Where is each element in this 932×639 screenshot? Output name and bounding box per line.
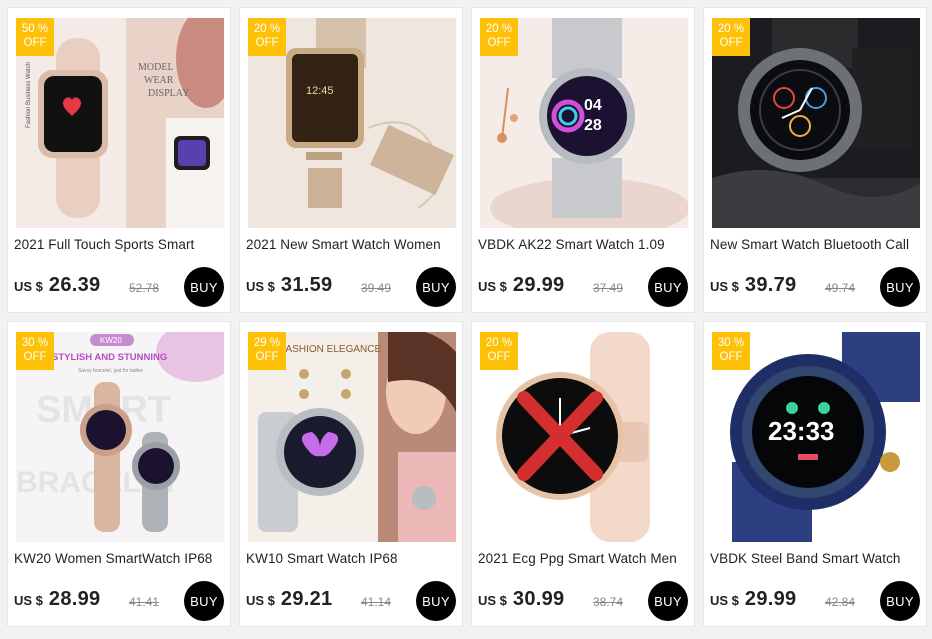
currency-label: US $ [14, 593, 43, 608]
discount-percent: 30 % [21, 337, 49, 349]
currency-label: US $ [246, 593, 275, 608]
product-title[interactable]: VBDK Steel Band Smart Watch [710, 551, 920, 566]
image-caption-display: DISPLAY [148, 88, 189, 99]
original-price: 41.41 [129, 595, 160, 609]
discount-badge: 20 % OFF [712, 18, 750, 56]
product-title[interactable]: KW10 Smart Watch IP68 [246, 551, 456, 566]
product-card[interactable]: 20 % OFF New Smart Watch Bluetooth Call … [703, 7, 927, 313]
original-price: 42.84 [825, 595, 856, 609]
product-grid: MODEL WEAR DISPLAY Fashion Business Watc… [7, 7, 927, 627]
buy-button[interactable]: BUY [416, 581, 456, 621]
product-card[interactable]: 23:33 30 % OFF VBDK Steel Band Smart Wat… [703, 321, 927, 627]
current-price: 29.99 [512, 274, 565, 296]
image-tag: KW20 [100, 336, 122, 345]
watch-screen-time: 23:33 [768, 416, 835, 446]
discount-off-label: OFF [255, 351, 279, 363]
discount-badge: 30 % OFF [712, 332, 750, 370]
buy-button[interactable]: BUY [184, 267, 224, 307]
buy-button[interactable]: BUY [880, 267, 920, 307]
image-side-text: Fashion Business Watch [26, 62, 32, 128]
original-price: 41.14 [361, 595, 392, 609]
buy-button[interactable]: BUY [184, 581, 224, 621]
discount-badge: 50 % OFF [16, 18, 54, 56]
current-price: 29.21 [280, 588, 333, 610]
discount-percent: 30 % [717, 337, 745, 349]
discount-badge: 29 % OFF [248, 332, 286, 370]
product-title[interactable]: New Smart Watch Bluetooth Call [710, 237, 920, 252]
product-title[interactable]: 2021 Full Touch Sports Smart [14, 237, 224, 252]
discount-percent: 20 % [253, 23, 281, 35]
currency-label: US $ [246, 279, 275, 294]
price-row: US $ 31.59 [246, 274, 332, 300]
discount-badge: 20 % OFF [480, 332, 518, 370]
product-title[interactable]: KW20 Women SmartWatch IP68 [14, 551, 224, 566]
discount-percent: 29 % [253, 337, 281, 349]
buy-button[interactable]: BUY [880, 581, 920, 621]
discount-percent: 20 % [485, 337, 513, 349]
currency-label: US $ [14, 279, 43, 294]
original-price: 49.74 [825, 281, 856, 295]
image-subline: Savvy bracelet, just for ladies [78, 368, 144, 374]
price-row: US $ 29.99 [710, 588, 796, 614]
discount-off-label: OFF [255, 37, 279, 49]
buy-button[interactable]: BUY [648, 267, 688, 307]
image-caption-wear: WEAR [144, 75, 174, 86]
price-row: US $ 29.21 [246, 588, 332, 614]
price-row: US $ 39.79 [710, 274, 796, 300]
watch-minute: 28 [584, 117, 602, 134]
original-price: 39.49 [361, 281, 392, 295]
buy-button[interactable]: BUY [416, 267, 456, 307]
discount-badge: 30 % OFF [16, 332, 54, 370]
currency-label: US $ [710, 279, 739, 294]
discount-percent: 50 % [21, 23, 49, 35]
discount-off-label: OFF [487, 351, 511, 363]
product-card[interactable]: FASHION ELEGANCE 29 % OFF KW10 Smart Wat… [239, 321, 463, 627]
buy-button[interactable]: BUY [648, 581, 688, 621]
original-price: 52.78 [129, 281, 160, 295]
watch-screen-time: 12:45 [306, 85, 334, 97]
discount-off-label: OFF [487, 37, 511, 49]
product-card[interactable]: 20 % OFF 2021 Ecg Ppg Smart Watch Men US… [471, 321, 695, 627]
watch-hour: 04 [584, 97, 602, 114]
image-headline: FASHION ELEGANCE [280, 344, 381, 355]
product-card[interactable]: 04 28 20 % OFF VBDK AK22 Smart Watch 1.0… [471, 7, 695, 313]
product-title[interactable]: 2021 New Smart Watch Women [246, 237, 456, 252]
price-row: US $ 26.39 [14, 274, 100, 300]
currency-label: US $ [710, 593, 739, 608]
price-row: US $ 28.99 [14, 588, 100, 614]
product-title[interactable]: VBDK AK22 Smart Watch 1.09 [478, 237, 688, 252]
product-title[interactable]: 2021 Ecg Ppg Smart Watch Men [478, 551, 688, 566]
image-caption-model: MODEL [138, 62, 174, 73]
discount-percent: 20 % [485, 23, 513, 35]
currency-label: US $ [478, 593, 507, 608]
price-row: US $ 30.99 [478, 588, 564, 614]
price-row: US $ 29.99 [478, 274, 564, 300]
original-price: 38.74 [593, 595, 624, 609]
discount-off-label: OFF [23, 37, 47, 49]
product-card[interactable]: 12:45 20 % OFF 2021 New Smart Watch Wome… [239, 7, 463, 313]
product-card[interactable]: KW20 STYLISH AND STUNNING Savvy bracelet… [7, 321, 231, 627]
discount-off-label: OFF [719, 37, 743, 49]
image-headline: STYLISH AND STUNNING [52, 352, 167, 363]
current-price: 29.99 [744, 588, 797, 610]
current-price: 31.59 [280, 274, 333, 296]
original-price: 37.49 [593, 281, 624, 295]
discount-off-label: OFF [23, 351, 47, 363]
discount-off-label: OFF [719, 351, 743, 363]
current-price: 39.79 [744, 274, 797, 296]
discount-badge: 20 % OFF [248, 18, 286, 56]
current-price: 26.39 [48, 274, 101, 296]
product-card[interactable]: MODEL WEAR DISPLAY Fashion Business Watc… [7, 7, 231, 313]
discount-badge: 20 % OFF [480, 18, 518, 56]
currency-label: US $ [478, 279, 507, 294]
current-price: 30.99 [512, 588, 565, 610]
discount-percent: 20 % [717, 23, 745, 35]
current-price: 28.99 [48, 588, 101, 610]
